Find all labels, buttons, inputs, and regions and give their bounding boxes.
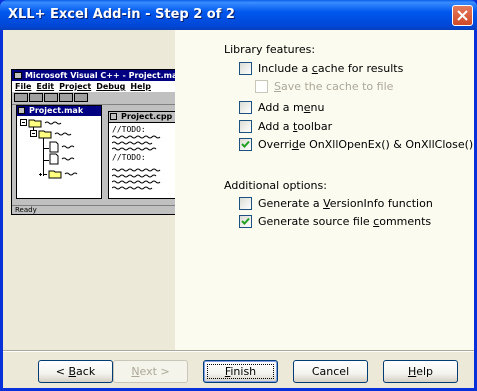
checkmark-icon <box>241 140 250 148</box>
button-separator-highlight <box>3 351 474 352</box>
checkbox-box[interactable] <box>239 215 252 228</box>
project-tree-icon <box>20 119 78 179</box>
checkbox-label[interactable]: Generate source file comments <box>258 215 431 228</box>
illustration-menu-item: Help <box>130 82 151 91</box>
options-pane: Library features: Include a cache for re… <box>175 30 474 350</box>
focus-rect <box>207 364 274 379</box>
close-button[interactable] <box>452 5 473 26</box>
project-window: Project.mak <box>16 105 102 199</box>
illustration-pane: Microsoft Visual C++ - Project.mak File E… <box>3 30 200 350</box>
title-bar[interactable]: XLL+ Excel Add-in - Step 2 of 2 <box>0 0 477 30</box>
illustration-menu-item: File <box>15 82 32 91</box>
checkbox-box[interactable] <box>239 197 252 210</box>
illustration-workspace: Project.mak Project.cpp //TODO: //TODO: <box>12 105 199 205</box>
help-button[interactable]: Help <box>383 360 458 383</box>
window-box-icon <box>110 113 117 120</box>
checkbox-label[interactable]: Save the cache to file <box>274 80 393 93</box>
illustration-statusbar: Ready <box>12 205 199 214</box>
checkbox-box[interactable] <box>239 101 252 114</box>
toolbar-button-icon <box>44 93 58 102</box>
illustration-menu-item: Debug <box>96 82 126 91</box>
toolbar-button-icon <box>59 93 73 102</box>
checkbox-box[interactable] <box>239 62 252 75</box>
window-box-icon <box>18 107 25 114</box>
checkbox-label[interactable]: Override OnXllOpenEx() & OnXllClose() <box>258 138 473 151</box>
illustration-titlebar: Microsoft Visual C++ - Project.mak <box>12 70 199 81</box>
system-menu-icon <box>14 72 22 79</box>
illustration-toolbar <box>12 92 199 105</box>
checkbox-label[interactable]: Add a toolbar <box>258 120 332 133</box>
checkbox-box[interactable] <box>239 120 252 133</box>
project-window-title: Project.mak <box>29 106 84 115</box>
illustration-menubar: File Edit Project Debug Help <box>12 81 199 92</box>
toolbar-button-icon <box>14 93 28 102</box>
illustration-menu-item: Project <box>59 82 92 91</box>
toolbar-button-icon <box>74 93 88 102</box>
cancel-button[interactable]: Cancel <box>293 360 368 383</box>
project-window-titlebar: Project.mak <box>17 106 101 116</box>
wizard-dialog: XLL+ Excel Add-in - Step 2 of 2 Microsof… <box>0 0 477 391</box>
illustration-menu-item: Edit <box>36 82 55 91</box>
finish-button[interactable]: Finish <box>203 360 278 383</box>
toolbar-button-icon <box>29 93 43 102</box>
checkbox-label[interactable]: Include a cache for results <box>258 62 403 75</box>
illustration-app-title: Microsoft Visual C++ - Project.mak <box>25 71 183 80</box>
checkbox-box[interactable] <box>239 138 252 151</box>
window-title: XLL+ Excel Add-in - Step 2 of 2 <box>8 7 235 22</box>
library-features-label: Library features: <box>224 43 316 56</box>
visual-cpp-illustration: Microsoft Visual C++ - Project.mak File E… <box>11 69 200 215</box>
checkmark-icon <box>241 217 250 225</box>
checkbox-box[interactable] <box>255 80 268 93</box>
back-button[interactable]: < Back <box>38 360 113 383</box>
checkbox-label[interactable]: Generate a VersionInfo function <box>258 197 433 210</box>
close-icon <box>457 10 468 21</box>
next-button[interactable]: Next > <box>113 360 188 383</box>
source-window-title: Project.cpp <box>121 112 173 121</box>
checkbox-label[interactable]: Add a menu <box>258 101 324 114</box>
additional-options-label: Additional options: <box>224 179 327 192</box>
code-todo-1: //TODO: <box>112 125 146 134</box>
dialog-body: Microsoft Visual C++ - Project.mak File E… <box>3 30 474 388</box>
